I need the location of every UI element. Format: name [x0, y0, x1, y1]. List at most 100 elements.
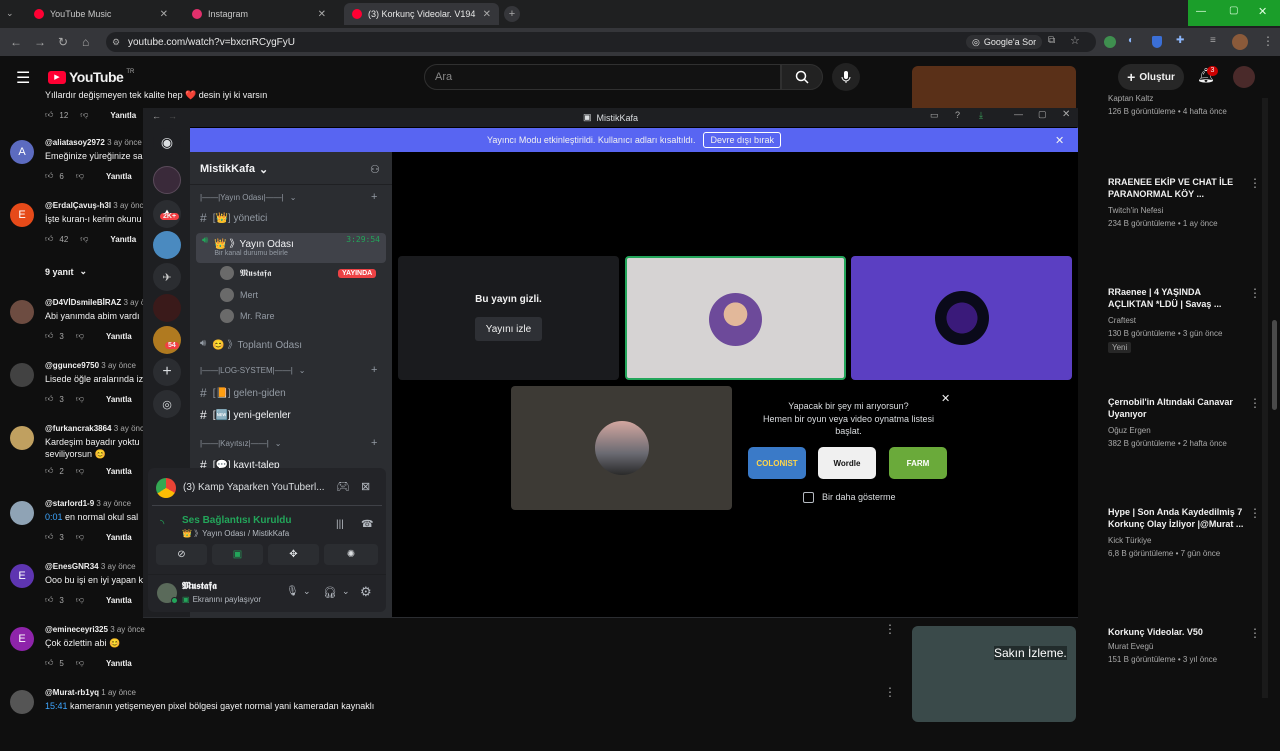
hamburger-icon[interactable]: ☰ [16, 68, 30, 88]
commenter-handle[interactable]: @ggunce9750 [45, 361, 99, 370]
reply-button[interactable]: Yanıtla [106, 467, 132, 476]
reply-button[interactable]: Yanıtla [106, 533, 132, 542]
comment-menu-icon[interactable]: ⋮ [884, 685, 896, 699]
voice-user[interactable]: Mr. Rare [220, 309, 275, 323]
dislike-icon[interactable]: 👎︎ [76, 532, 84, 542]
disconnect-icon[interactable]: ☎ [361, 519, 373, 530]
close-icon[interactable]: ✕ [941, 392, 950, 405]
video-channel[interactable]: Kick Türkiye [1108, 536, 1151, 545]
voice-channel-path[interactable]: 👑 》Yayın Odası / MistikKafa [182, 528, 289, 539]
dont-show-checkbox[interactable] [803, 492, 814, 503]
video-channel[interactable]: Craftest [1108, 316, 1136, 325]
like-icon[interactable]: 👍︎ [45, 595, 53, 605]
voice-search-button[interactable] [832, 63, 860, 91]
channel-category[interactable]: |——|LOG-SYSTEM|——| ⌄ [200, 366, 305, 375]
microphone-icon[interactable]: 🎙︎ [286, 586, 299, 597]
home-icon[interactable]: ⌂ [82, 35, 89, 49]
video-thumbnail[interactable]: Sakın İzleme. [912, 626, 1076, 722]
like-icon[interactable]: 👍︎ [45, 110, 53, 120]
video-channel[interactable]: Oğuz Ergen [1108, 426, 1151, 435]
back-icon[interactable]: ← [152, 111, 161, 121]
watch-stream-button[interactable]: Yayını izle [475, 317, 542, 341]
close-icon[interactable]: ✕ [483, 9, 491, 20]
minimize-icon[interactable]: — [1014, 109, 1023, 119]
commenter-avatar[interactable]: E [10, 203, 34, 227]
discord-home-icon[interactable]: ◉ [153, 128, 181, 156]
comment-timestamp-link[interactable]: 0:01 [45, 512, 63, 522]
like-icon[interactable]: 👍︎ [45, 234, 53, 244]
close-icon[interactable]: ✕ [160, 9, 168, 20]
reply-button[interactable]: Yanıtla [110, 235, 136, 244]
commenter-avatar[interactable]: A [10, 140, 34, 164]
screen-share-button[interactable]: ▣ [212, 544, 263, 565]
dislike-icon[interactable]: 👎︎ [76, 394, 84, 404]
video-title[interactable]: RRaenee | 4 YAŞINDA AÇLIKTAN *LDÜ | Sava… [1108, 286, 1248, 310]
tab-youtube-video[interactable]: (3) Korkunç Videolar. V194 - Yo ✕ [344, 3, 499, 25]
profile-avatar[interactable] [1232, 34, 1248, 50]
server-mistikkafa-icon[interactable] [153, 166, 181, 194]
close-icon[interactable]: ✕ [1062, 109, 1070, 120]
commenter-handle[interactable]: @emineceyri325 [45, 625, 108, 634]
search-button[interactable] [781, 64, 823, 90]
video-title[interactable]: RRAENEE EKİP VE CHAT İLE PARANORMAL KÖY … [1108, 176, 1248, 200]
site-info-icon[interactable]: ⚙ [112, 37, 120, 48]
camera-off-button[interactable]: ⊘ [156, 544, 207, 565]
video-title[interactable]: Çernobil'in Altındaki Canavar Uyanıyor [1108, 396, 1248, 420]
participant-tile[interactable] [511, 386, 732, 510]
settings-gear-icon[interactable]: ⚙ [360, 584, 372, 600]
inbox-icon[interactable]: ▭ [930, 110, 939, 121]
commenter-handle[interactable]: @Murat-rb1yq [45, 688, 99, 697]
commenter-handle[interactable]: @ErdalÇavuş-h3l [45, 201, 111, 210]
text-channel[interactable]: # [📙] gelen-giden [200, 386, 286, 400]
disable-streamer-mode-button[interactable]: Devre dışı bırak [703, 132, 781, 148]
like-icon[interactable]: 👍︎ [45, 171, 53, 181]
forward-icon[interactable]: → [34, 35, 46, 49]
maximize-icon[interactable]: ▢ [1038, 109, 1047, 120]
like-icon[interactable]: 👍︎ [45, 331, 53, 341]
bookmark-star-icon[interactable]: ☆ [1070, 34, 1080, 47]
video-channel[interactable]: Murat Evegü [1108, 642, 1153, 651]
dislike-icon[interactable]: 👎︎ [76, 466, 84, 476]
soundboard-button[interactable]: ✺ [324, 544, 378, 565]
create-channel-icon[interactable]: + [371, 191, 377, 203]
like-icon[interactable]: 👍︎ [45, 466, 53, 476]
search-input[interactable]: Ara [424, 64, 781, 90]
discover-icon[interactable]: ◎ [153, 390, 181, 418]
participant-tile[interactable] [851, 256, 1072, 380]
browser-menu-icon[interactable]: ⋮ [1262, 34, 1274, 48]
participant-tile-speaking[interactable] [625, 256, 846, 380]
extension-icon[interactable] [1104, 36, 1116, 48]
comment-menu-icon[interactable]: ⋮ [884, 622, 896, 636]
dislike-icon[interactable]: 👎︎ [80, 110, 88, 120]
reply-button[interactable]: Yanıtla [106, 659, 132, 668]
puzzle-icon[interactable]: ✚ [1176, 35, 1184, 46]
translate-icon[interactable]: ◐ [1128, 35, 1134, 46]
like-icon[interactable]: 👍︎ [45, 394, 53, 404]
create-channel-icon[interactable]: + [371, 437, 377, 449]
voice-channel-active[interactable]: 🔊︎ 👑 》Yayın Odası Bir kanal durumu belirle… [196, 233, 386, 263]
add-server-icon[interactable]: + [153, 358, 181, 386]
text-channel[interactable]: # [👑] yönetici [200, 211, 267, 225]
shield-icon[interactable] [1152, 36, 1162, 48]
video-channel[interactable]: Twitch'in Nefesi [1108, 206, 1163, 215]
commenter-avatar[interactable]: E [10, 564, 34, 588]
download-icon[interactable]: ⤓ [979, 110, 983, 121]
server-icon[interactable]: ✈ [153, 263, 181, 291]
playlist-icon[interactable]: ≡ [1210, 35, 1216, 46]
video-menu-icon[interactable]: ⋮ [1249, 176, 1261, 190]
game-card-wordle[interactable]: Wordle [818, 447, 876, 479]
video-channel[interactable]: Kaptan Kaltz [1108, 94, 1153, 103]
activities-button[interactable]: ✥ [268, 544, 319, 565]
video-title[interactable]: Korkunç Videolar. V50 [1108, 626, 1248, 638]
commenter-avatar[interactable] [10, 426, 34, 450]
like-icon[interactable]: 👍︎ [45, 658, 53, 668]
server-icon[interactable] [153, 294, 181, 322]
chevron-down-icon[interactable]: ⌄ [342, 586, 350, 597]
channel-category[interactable]: |——|Kayıtsız|——| ⌄ [200, 439, 281, 448]
tab-instagram[interactable]: Instagram ✕ [184, 3, 334, 25]
headphones-icon[interactable]: 🎧︎ [323, 586, 337, 599]
chevron-down-icon[interactable]: ⌄ [303, 586, 311, 597]
maximize-icon[interactable]: ▢ [1229, 5, 1238, 16]
server-header[interactable]: MistikKafa ⌄ [200, 163, 268, 176]
server-icon[interactable] [153, 231, 181, 259]
